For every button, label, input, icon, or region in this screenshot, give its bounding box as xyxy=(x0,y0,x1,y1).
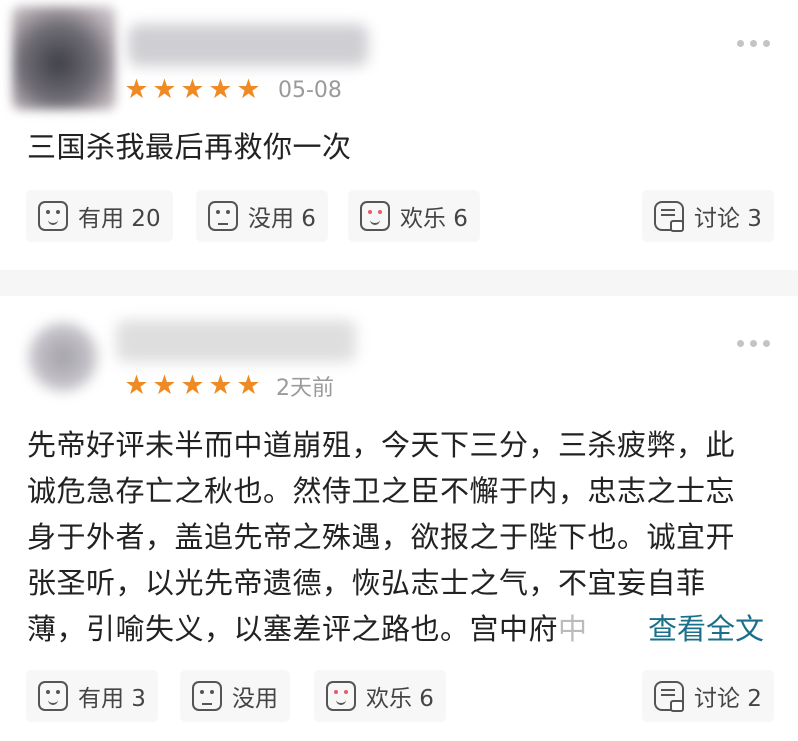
more-dots-icon[interactable] xyxy=(737,340,770,347)
fun-label: 欢乐 6 xyxy=(366,686,434,712)
more-dots-icon[interactable] xyxy=(737,40,770,47)
review-card: ★ ★ ★ ★ ★ 2天前 先帝好评未半而中道崩殂，今天下三分，三杀疲弊，此 诚… xyxy=(0,296,798,741)
review-date: 2天前 xyxy=(276,376,334,401)
useless-face-icon xyxy=(192,681,222,711)
star-icon: ★ xyxy=(152,74,177,105)
star-icon: ★ xyxy=(124,370,149,401)
useless-label: 没用 6 xyxy=(248,206,316,232)
discuss-button[interactable]: 讨论 3 xyxy=(642,190,774,242)
review-separator xyxy=(0,270,798,296)
username-blurred[interactable] xyxy=(116,320,356,362)
read-more-link[interactable]: 查看全文 xyxy=(642,606,765,652)
useless-label: 没用 xyxy=(232,686,278,712)
star-rating: ★ ★ ★ ★ ★ xyxy=(124,76,261,104)
useful-label: 有用 20 xyxy=(78,206,161,232)
discuss-bubble-icon xyxy=(654,201,684,232)
review-text-faded: 中 xyxy=(558,612,588,646)
discuss-label: 讨论 2 xyxy=(694,686,762,712)
avatar[interactable] xyxy=(12,6,116,110)
star-icon: ★ xyxy=(236,74,261,105)
review-text-line: 诚危急存亡之秋也。然侍卫之臣不懈于内，忠志之士忘 xyxy=(27,474,736,508)
useless-button[interactable]: 没用 6 xyxy=(196,190,328,242)
useful-face-icon xyxy=(38,681,68,711)
star-icon: ★ xyxy=(180,74,205,105)
useful-button[interactable]: 有用 20 xyxy=(26,190,173,242)
star-icon: ★ xyxy=(208,74,233,105)
fun-face-icon xyxy=(326,681,356,711)
discuss-label: 讨论 3 xyxy=(694,206,762,232)
fun-label: 欢乐 6 xyxy=(400,206,468,232)
star-icon: ★ xyxy=(152,370,177,401)
fun-face-icon xyxy=(360,201,390,231)
star-icon: ★ xyxy=(180,370,205,401)
review-text-segment: 薄，引喻失义，以塞差评之路也。宫中府 xyxy=(27,612,559,646)
useful-face-icon xyxy=(38,201,68,231)
review-text: 三国杀我最后再救你一次 xyxy=(27,124,352,170)
discuss-bubble-icon xyxy=(654,681,684,712)
discuss-button[interactable]: 讨论 2 xyxy=(642,670,774,722)
review-text-line: 三国杀我最后再救你一次 xyxy=(27,130,352,164)
review-card: ★ ★ ★ ★ ★ 05-08 三国杀我最后再救你一次 有用 20 没用 6 欢… xyxy=(0,0,798,270)
review-text-line: 张圣听，以光先帝遗德，恢弘志士之气，不宜妄自菲 xyxy=(27,566,706,600)
username-blurred[interactable] xyxy=(128,24,368,66)
avatar[interactable] xyxy=(28,322,98,392)
useless-button[interactable]: 没用 xyxy=(180,670,290,722)
star-icon: ★ xyxy=(236,370,261,401)
useless-face-icon xyxy=(208,201,238,231)
review-text-line: 身于外者，盖追先帝之殊遇，欲报之于陛下也。诚宜开 xyxy=(27,520,736,554)
review-text-line: 先帝好评未半而中道崩殂，今天下三分，三杀疲弊，此 xyxy=(27,428,736,462)
review-date: 05-08 xyxy=(278,78,342,103)
star-rating: ★ ★ ★ ★ ★ xyxy=(124,372,261,400)
fun-button[interactable]: 欢乐 6 xyxy=(348,190,480,242)
useful-button[interactable]: 有用 3 xyxy=(26,670,158,722)
useful-label: 有用 3 xyxy=(78,686,146,712)
star-icon: ★ xyxy=(124,74,149,105)
fun-button[interactable]: 欢乐 6 xyxy=(314,670,446,722)
star-icon: ★ xyxy=(208,370,233,401)
